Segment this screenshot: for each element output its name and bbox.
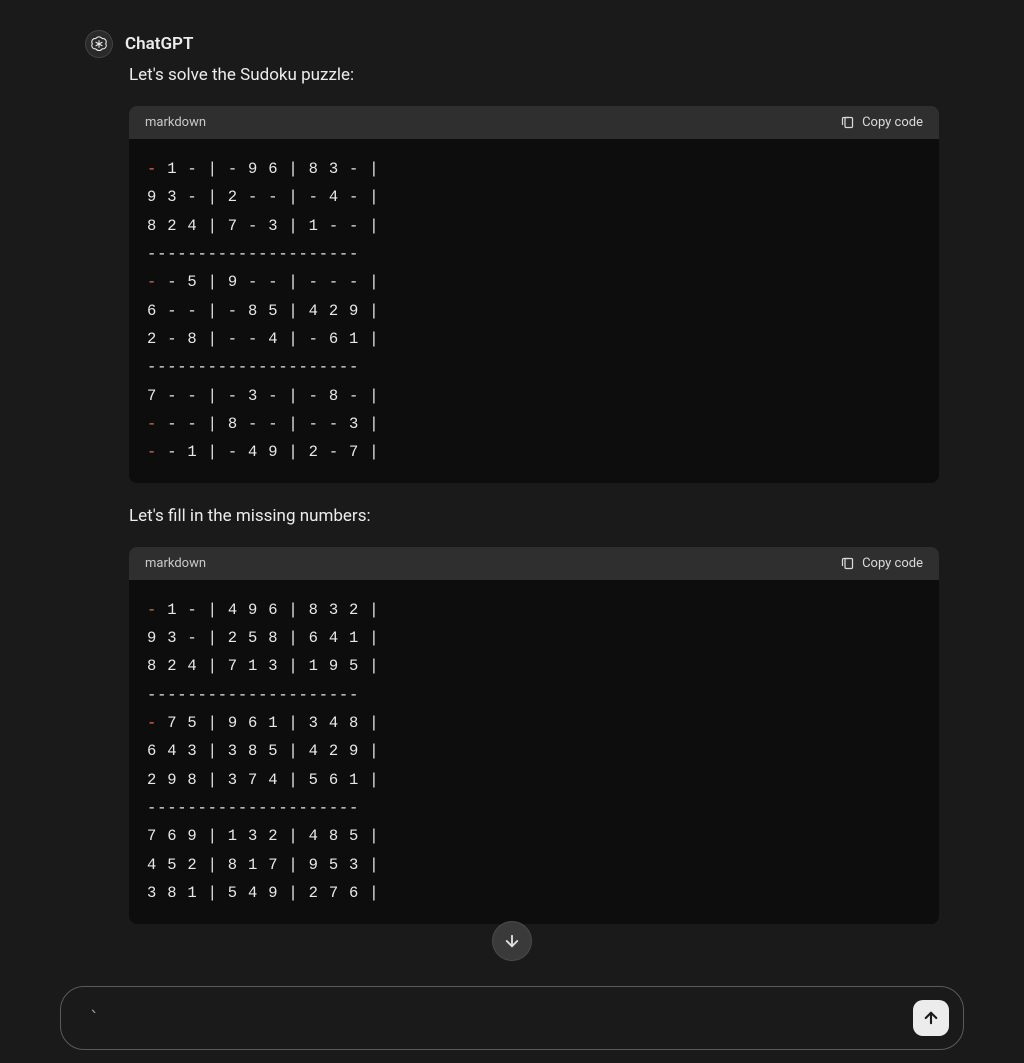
sender-name: ChatGPT (125, 34, 193, 54)
code-content-1[interactable]: - 1 - | - 9 6 | 8 3 - | 9 3 - | 2 - - | … (129, 139, 939, 483)
message-input[interactable]: ` (89, 1008, 913, 1029)
clipboard-icon (840, 556, 855, 571)
code-block-2: markdown Copy code - 1 - | 4 9 6 | 8 3 2… (129, 547, 939, 924)
copy-code-label: Copy code (862, 556, 923, 571)
copy-code-button[interactable]: Copy code (840, 556, 923, 571)
send-button[interactable] (913, 1000, 949, 1036)
chat-container: ChatGPT Let's solve the Sudoku puzzle: m… (0, 0, 1024, 924)
message-header: ChatGPT (85, 30, 939, 58)
code-content-2[interactable]: - 1 - | 4 9 6 | 8 3 2 | 9 3 - | 2 5 8 | … (129, 580, 939, 924)
assistant-avatar (85, 30, 113, 58)
code-language-label: markdown (145, 115, 206, 130)
code-language-label: markdown (145, 556, 206, 571)
message-input-bar[interactable]: ` (60, 986, 964, 1050)
copy-code-label: Copy code (862, 115, 923, 130)
code-header: markdown Copy code (129, 547, 939, 580)
arrow-down-icon (503, 932, 521, 950)
openai-logo-icon (90, 35, 108, 53)
scroll-to-bottom-button[interactable] (492, 921, 532, 961)
code-header: markdown Copy code (129, 106, 939, 139)
code-block-1: markdown Copy code - 1 - | - 9 6 | 8 3 -… (129, 106, 939, 483)
message-text-intro: Let's solve the Sudoku puzzle: (129, 64, 939, 88)
clipboard-icon (840, 115, 855, 130)
message-text-followup: Let's fill in the missing numbers: (129, 505, 939, 529)
arrow-up-icon (922, 1009, 940, 1027)
copy-code-button[interactable]: Copy code (840, 115, 923, 130)
